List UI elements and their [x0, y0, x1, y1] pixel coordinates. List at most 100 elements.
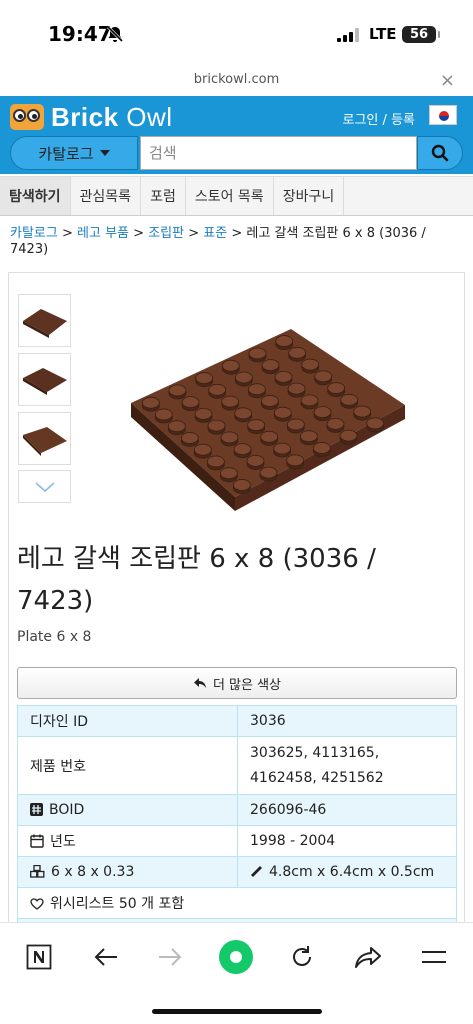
breadcrumb-catalog[interactable]: 카탈로그 [10, 226, 58, 241]
design-id-label: 디자인 ID [17, 705, 238, 737]
tab-forum[interactable]: 포럼 [141, 177, 186, 215]
muted-bell-icon [106, 25, 124, 43]
product-number-label: 제품 번호 [17, 736, 238, 795]
stud-top [246, 454, 265, 467]
green-dot-icon[interactable] [218, 939, 254, 975]
catalog-dropdown-button[interactable]: 카탈로그 [10, 136, 138, 170]
stud-top [195, 372, 214, 384]
status-time: 19:47 [48, 22, 112, 46]
browser-bottom-toolbar [0, 922, 473, 1024]
tab-store-list[interactable]: 스토어 목록 [186, 177, 274, 215]
menu-icon[interactable] [416, 939, 452, 975]
search-input[interactable] [140, 136, 417, 170]
close-icon[interactable]: × [440, 70, 455, 91]
stud-top [286, 418, 305, 431]
header-links: 로그인 / 등록 [343, 109, 415, 128]
stud-top [207, 419, 226, 432]
stud-top [234, 407, 253, 420]
stud-top [287, 382, 306, 395]
table-row: BOID 266096-46 [17, 794, 457, 826]
korea-flag-icon[interactable] [429, 105, 457, 125]
tab-cart[interactable]: 장바구니 [274, 177, 345, 215]
stud-top [299, 430, 318, 443]
forward-arrow-icon[interactable] [152, 939, 188, 975]
stud-top [180, 432, 199, 444]
stud-top [168, 384, 187, 397]
stud-top [167, 420, 186, 433]
stud-top [247, 383, 266, 396]
breadcrumb-standard[interactable]: 표준 [203, 226, 227, 241]
more-colors-button[interactable]: 더 많은 색상 [17, 667, 457, 699]
stud-top [260, 395, 279, 407]
naver-n-icon[interactable] [21, 939, 57, 975]
stud-top [248, 347, 267, 360]
breadcrumb-lego-parts[interactable]: 레고 부품 [77, 226, 129, 241]
stud-top [247, 419, 266, 431]
tab-watchlist[interactable]: 관심목록 [71, 177, 142, 215]
stud-top [288, 346, 307, 359]
table-row: 제품 번호 303625, 4113165, 4162458, 4251562 [17, 736, 457, 795]
table-row: 년도 1998 - 2004 [17, 825, 457, 857]
home-indicator[interactable] [152, 1009, 322, 1014]
share-icon[interactable] [350, 939, 386, 975]
link-separator: / [382, 113, 387, 128]
stud-top [312, 442, 331, 454]
stud-top [232, 479, 251, 491]
product-thumbnail[interactable] [18, 294, 71, 347]
thumbnails-scroll-down[interactable] [18, 470, 71, 503]
chevron-down-icon [34, 481, 55, 492]
register-link[interactable]: 등록 [391, 113, 415, 128]
battery-icon: 56 [402, 26, 440, 43]
login-link[interactable]: 로그인 [343, 113, 379, 128]
stud-top [339, 429, 358, 442]
stud-top [313, 406, 332, 419]
breadcrumb-plates[interactable]: 조립판 [148, 226, 184, 241]
url-text[interactable]: brickowl.com [0, 72, 473, 87]
stud-top [273, 406, 292, 419]
wishlist-row[interactable]: 위시리스트 50 개 포함 [17, 887, 457, 919]
caret-down-icon [99, 150, 110, 156]
stud-top [154, 408, 173, 421]
table-row: 6 x 8 x 0.33 4.8cm x 6.4cm x 0.5cm [17, 856, 457, 888]
year-label: 년도 [50, 834, 76, 850]
tab-browse[interactable]: 탐색하기 [0, 177, 71, 215]
signal-icon [337, 28, 359, 42]
boid-value: 266096-46 [237, 794, 457, 826]
product-info-table: 디자인 ID 3036 제품 번호 303625, 4113165, 41624… [17, 705, 457, 929]
status-bar: 19:47 LTE 56 [0, 0, 473, 66]
stud-top [327, 382, 346, 394]
search-button[interactable] [417, 136, 463, 170]
ruler-icon [251, 866, 262, 877]
stud-top [219, 467, 238, 480]
product-number-value: 303625, 4113165, 4162458, 4251562 [237, 736, 457, 795]
stud-top [233, 443, 252, 456]
product-thumbnail[interactable] [18, 412, 71, 465]
more-colors-label: 더 많은 색상 [212, 677, 282, 693]
refresh-icon[interactable] [284, 939, 320, 975]
product-thumbnail[interactable] [18, 353, 71, 406]
back-arrow-icon[interactable] [88, 939, 124, 975]
hashtag-icon [30, 803, 43, 816]
stud-top [275, 335, 294, 347]
stud-top [141, 396, 160, 409]
main-tabs: 탐색하기 관심목록 포럼 스토어 목록 장바구니 [0, 176, 473, 216]
year-value: 1998 - 2004 [237, 825, 457, 857]
stud-top [220, 431, 239, 444]
stud-top [260, 430, 279, 443]
stud-top [181, 396, 200, 409]
browser-url-bar[interactable]: brickowl.com × [0, 66, 473, 96]
product-title: 레고 갈색 조립판 6 x 8 (3036 / 7423) [17, 544, 376, 616]
stud-top [194, 407, 213, 420]
stud-top [273, 442, 292, 455]
table-row: 위시리스트 50 개 포함 [17, 887, 457, 919]
boid-label: BOID [49, 802, 85, 818]
stud-top [301, 358, 320, 371]
stud-top [274, 370, 293, 383]
stud-top [326, 417, 345, 430]
product-main-image[interactable] [131, 293, 405, 533]
logo-text: Brick Owl [51, 101, 173, 132]
catalog-button-label: 카탈로그 [38, 144, 94, 163]
brickowl-logo[interactable]: Brick Owl [10, 100, 173, 134]
table-row: 디자인 ID 3036 [17, 705, 457, 737]
stud-top [221, 359, 240, 372]
